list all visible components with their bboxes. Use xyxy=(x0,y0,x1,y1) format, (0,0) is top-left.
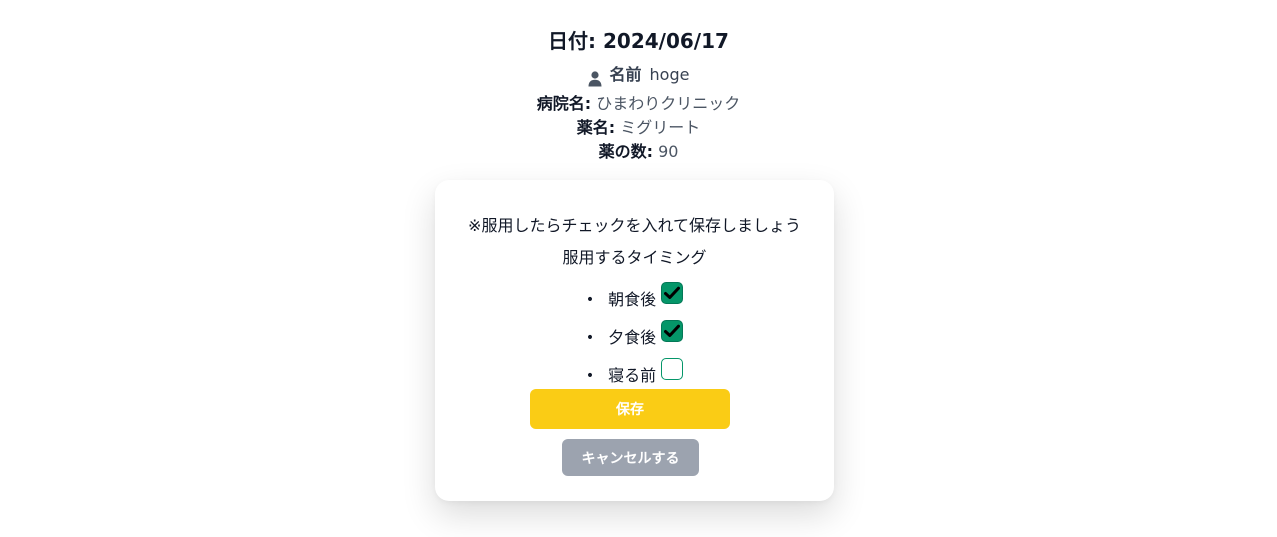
save-button[interactable]: 保存 xyxy=(530,389,730,429)
user-row: 名前 hoge xyxy=(0,60,1277,90)
hospital-row: 病院名: ひまわりクリニック xyxy=(0,92,1277,116)
hospital-value: ひまわりクリニック xyxy=(596,94,741,113)
medicine-name-label: 薬名: xyxy=(576,118,616,137)
timing-item-morning: • 朝食後 xyxy=(435,274,834,312)
timing-item-evening: • 夕食後 xyxy=(435,312,834,350)
cancel-button[interactable]: キャンセルする xyxy=(562,439,699,476)
medicine-name-value: ミグリート xyxy=(620,118,701,137)
checkmark-icon xyxy=(664,324,681,337)
user-name-label: 名前 xyxy=(609,65,642,84)
header: 日付: 2024/06/17 名前 hoge 病院名: ひまわりクリニック 薬名… xyxy=(0,26,1277,164)
instruction-note: ※服用したらチェックを入れて保存しましょう xyxy=(468,216,801,235)
page: 日付: 2024/06/17 名前 hoge 病院名: ひまわりクリニック 薬名… xyxy=(0,0,1277,537)
medicine-count-label: 薬の数: xyxy=(598,142,653,161)
hospital-label: 病院名: xyxy=(536,94,592,113)
timing-list: • 朝食後 • 夕食後 • 寝る前 xyxy=(435,274,834,388)
user-icon xyxy=(588,67,602,87)
bullet: • xyxy=(585,292,595,308)
user-name-value: hoge xyxy=(649,65,690,84)
date-title: 日付: 2024/06/17 xyxy=(548,29,729,53)
timing-item-bedtime: • 寝る前 xyxy=(435,350,834,388)
bullet: • xyxy=(585,330,595,346)
bullet: • xyxy=(585,368,595,384)
checkbox-morning[interactable] xyxy=(661,282,684,304)
dose-card: ※服用したらチェックを入れて保存しましょう 服用するタイミング • 朝食後 • … xyxy=(435,180,834,501)
checkbox-bedtime[interactable] xyxy=(661,358,684,380)
timing-label-morning: 朝食後 xyxy=(608,290,657,309)
checkbox-evening[interactable] xyxy=(661,320,684,342)
medicine-info: 病院名: ひまわりクリニック 薬名: ミグリート 薬の数: 90 xyxy=(0,92,1277,164)
timing-label-evening: 夕食後 xyxy=(608,328,657,347)
medicine-count-value: 90 xyxy=(658,142,679,161)
timing-title: 服用するタイミング xyxy=(562,248,707,267)
checkmark-icon xyxy=(664,286,681,299)
medicine-name-row: 薬名: ミグリート xyxy=(0,116,1277,140)
medicine-count-row: 薬の数: 90 xyxy=(0,140,1277,164)
timing-label-bedtime: 寝る前 xyxy=(608,366,657,385)
